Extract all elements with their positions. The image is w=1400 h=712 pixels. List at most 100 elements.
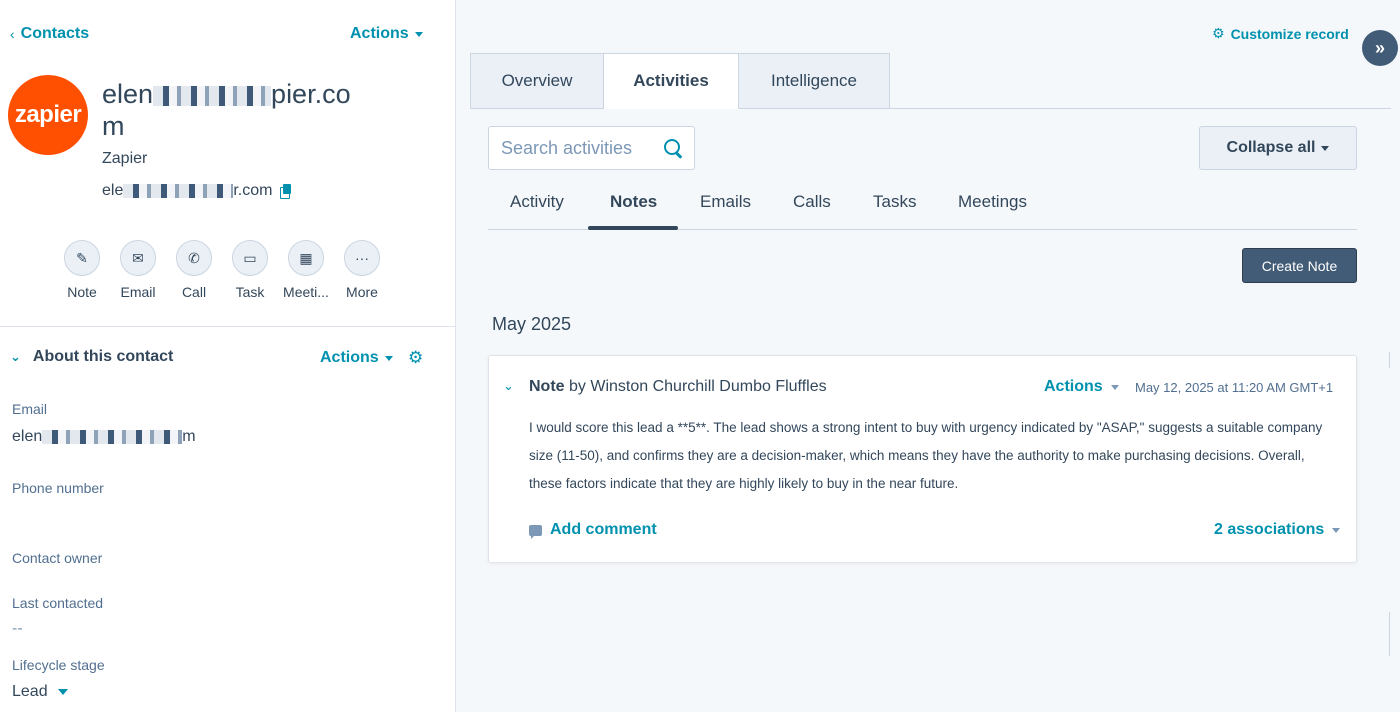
collapse-all-label: Collapse all [1226,139,1316,156]
quick-action-label: Meeti... [283,284,329,300]
task-icon: ▭ [232,240,268,276]
contact-name: elen pier.co m [102,78,402,142]
edge-divider [1389,352,1390,368]
lifecycle-stage-dropdown[interactable]: Lead [12,683,68,701]
create-note-button[interactable]: Create Note [1242,248,1357,283]
subtab-tasks[interactable]: Tasks [873,192,916,212]
month-heading: May 2025 [492,314,572,334]
contact-name-suffix: pier.co [271,79,351,109]
search-icon[interactable] [664,139,682,157]
caret-down-icon [1110,384,1119,390]
contact-email-prefix: ele [102,182,124,199]
company-logo: zapier [8,75,88,155]
contact-name-prefix: elen [102,79,154,109]
caret-down-icon [1321,145,1330,151]
edge-divider [1389,612,1390,656]
calendar-icon: ▦ [288,240,324,276]
lifecycle-stage-value: Lead [12,683,48,700]
email-value-suffix: m [182,428,196,445]
quick-action-email[interactable]: ✉ Email [110,240,166,300]
gear-icon[interactable]: ⚙ [408,348,423,368]
subtab-meetings[interactable]: Meetings [958,192,1027,212]
about-section-toggle[interactable]: ⌄ About this contact [10,348,173,366]
customize-label: Customize record [1230,25,1349,42]
associations-dropdown[interactable]: 2 associations [1214,521,1341,539]
redacted-block [123,183,234,198]
quick-action-meeting[interactable]: ▦ Meeti... [278,240,334,300]
chevron-down-icon: ⌄ [10,349,21,364]
phone-field-label: Phone number [12,480,104,496]
quick-action-call[interactable]: ✆ Call [166,240,222,300]
about-actions-dropdown[interactable]: Actions [320,349,393,367]
tab-activities[interactable]: Activities [604,53,739,109]
search-input[interactable] [501,137,651,159]
subtab-emails[interactable]: Emails [700,192,751,212]
quick-action-label: Task [235,284,265,300]
expand-sidebar-button[interactable]: » [1362,30,1398,66]
quick-action-task[interactable]: ▭ Task [222,240,278,300]
record-tabs: Overview Activities Intelligence [470,53,890,109]
email-field-value[interactable]: elen m [12,428,196,446]
more-icon: ··· [344,240,380,276]
phone-icon: ✆ [176,240,212,276]
subtab-activity[interactable]: Activity [510,192,564,212]
about-section-title: About this contact [32,348,174,365]
contact-email: ele r.com [102,182,292,200]
caret-down-icon [1332,527,1341,533]
caret-down-icon [57,689,68,695]
quick-action-label: Call [181,284,207,300]
subtab-calls[interactable]: Calls [793,192,831,212]
contact-company: Zapier [102,150,148,167]
note-body[interactable]: I would score this lead a **5**. The lea… [529,414,1329,498]
tab-intelligence[interactable]: Intelligence [739,53,890,109]
last-contacted-label: Last contacted [12,595,104,611]
tab-overview[interactable]: Overview [470,53,604,109]
actions-label: Actions [320,349,379,366]
quick-action-label: More [346,284,378,300]
double-chevron-right-icon: » [1374,37,1385,58]
logo-text: zapier [14,101,82,128]
quick-action-more[interactable]: ··· More [334,240,390,300]
last-contacted-value: -- [12,620,23,637]
note-author: by Winston Churchill Dumbo Fluffles [569,378,827,395]
gear-icon: ⚙ [1212,25,1225,41]
note-card: ⌄ Note by Winston Churchill Dumbo Fluffl… [488,355,1357,563]
copy-icon[interactable] [280,184,292,199]
actions-label: Actions [1044,378,1103,395]
comment-icon [529,524,542,539]
note-title: Note by Winston Churchill Dumbo Fluffles [529,378,827,396]
envelope-icon: ✉ [120,240,156,276]
contact-actions-dropdown[interactable]: Actions [350,25,423,43]
note-actions-dropdown[interactable]: Actions [1044,378,1119,396]
contact-name-line2: m [102,111,125,141]
contact-sidebar: ‹ Contacts Actions zapier elen pier.co m … [0,0,456,712]
associations-label: 2 associations [1214,521,1325,538]
phone-field-value[interactable] [12,506,312,528]
chevron-down-icon[interactable]: ⌄ [503,378,514,394]
email-field-label: Email [12,401,48,417]
owner-field-value[interactable] [12,574,312,594]
divider [0,326,455,327]
actions-label: Actions [350,25,409,42]
add-comment-button[interactable]: Add comment [529,521,657,539]
activity-type-tabs: Activity Notes Emails Calls Tasks Meetin… [488,180,1357,230]
note-timestamp: May 12, 2025 at 11:20 AM GMT+1 [1135,380,1334,395]
caret-down-icon [384,355,393,361]
back-link-label: Contacts [20,25,90,42]
subtab-notes[interactable]: Notes [610,192,657,212]
chevron-left-icon: ‹ [10,26,15,42]
search-activities [488,126,695,170]
redacted-block [42,429,183,444]
caret-down-icon [414,31,423,37]
email-value-prefix: elen [12,428,43,445]
active-tab-indicator [588,226,678,230]
redacted-block [153,85,272,106]
back-to-contacts-link[interactable]: ‹ Contacts [10,25,89,43]
collapse-all-button[interactable]: Collapse all [1199,126,1357,170]
quick-action-label: Note [67,284,97,300]
quick-action-note[interactable]: ✎ Note [54,240,110,300]
edit-icon: ✎ [64,240,100,276]
quick-action-label: Email [120,284,156,300]
contact-email-suffix: r.com [233,182,273,199]
customize-record-link[interactable]: ⚙ Customize record [1212,25,1349,42]
